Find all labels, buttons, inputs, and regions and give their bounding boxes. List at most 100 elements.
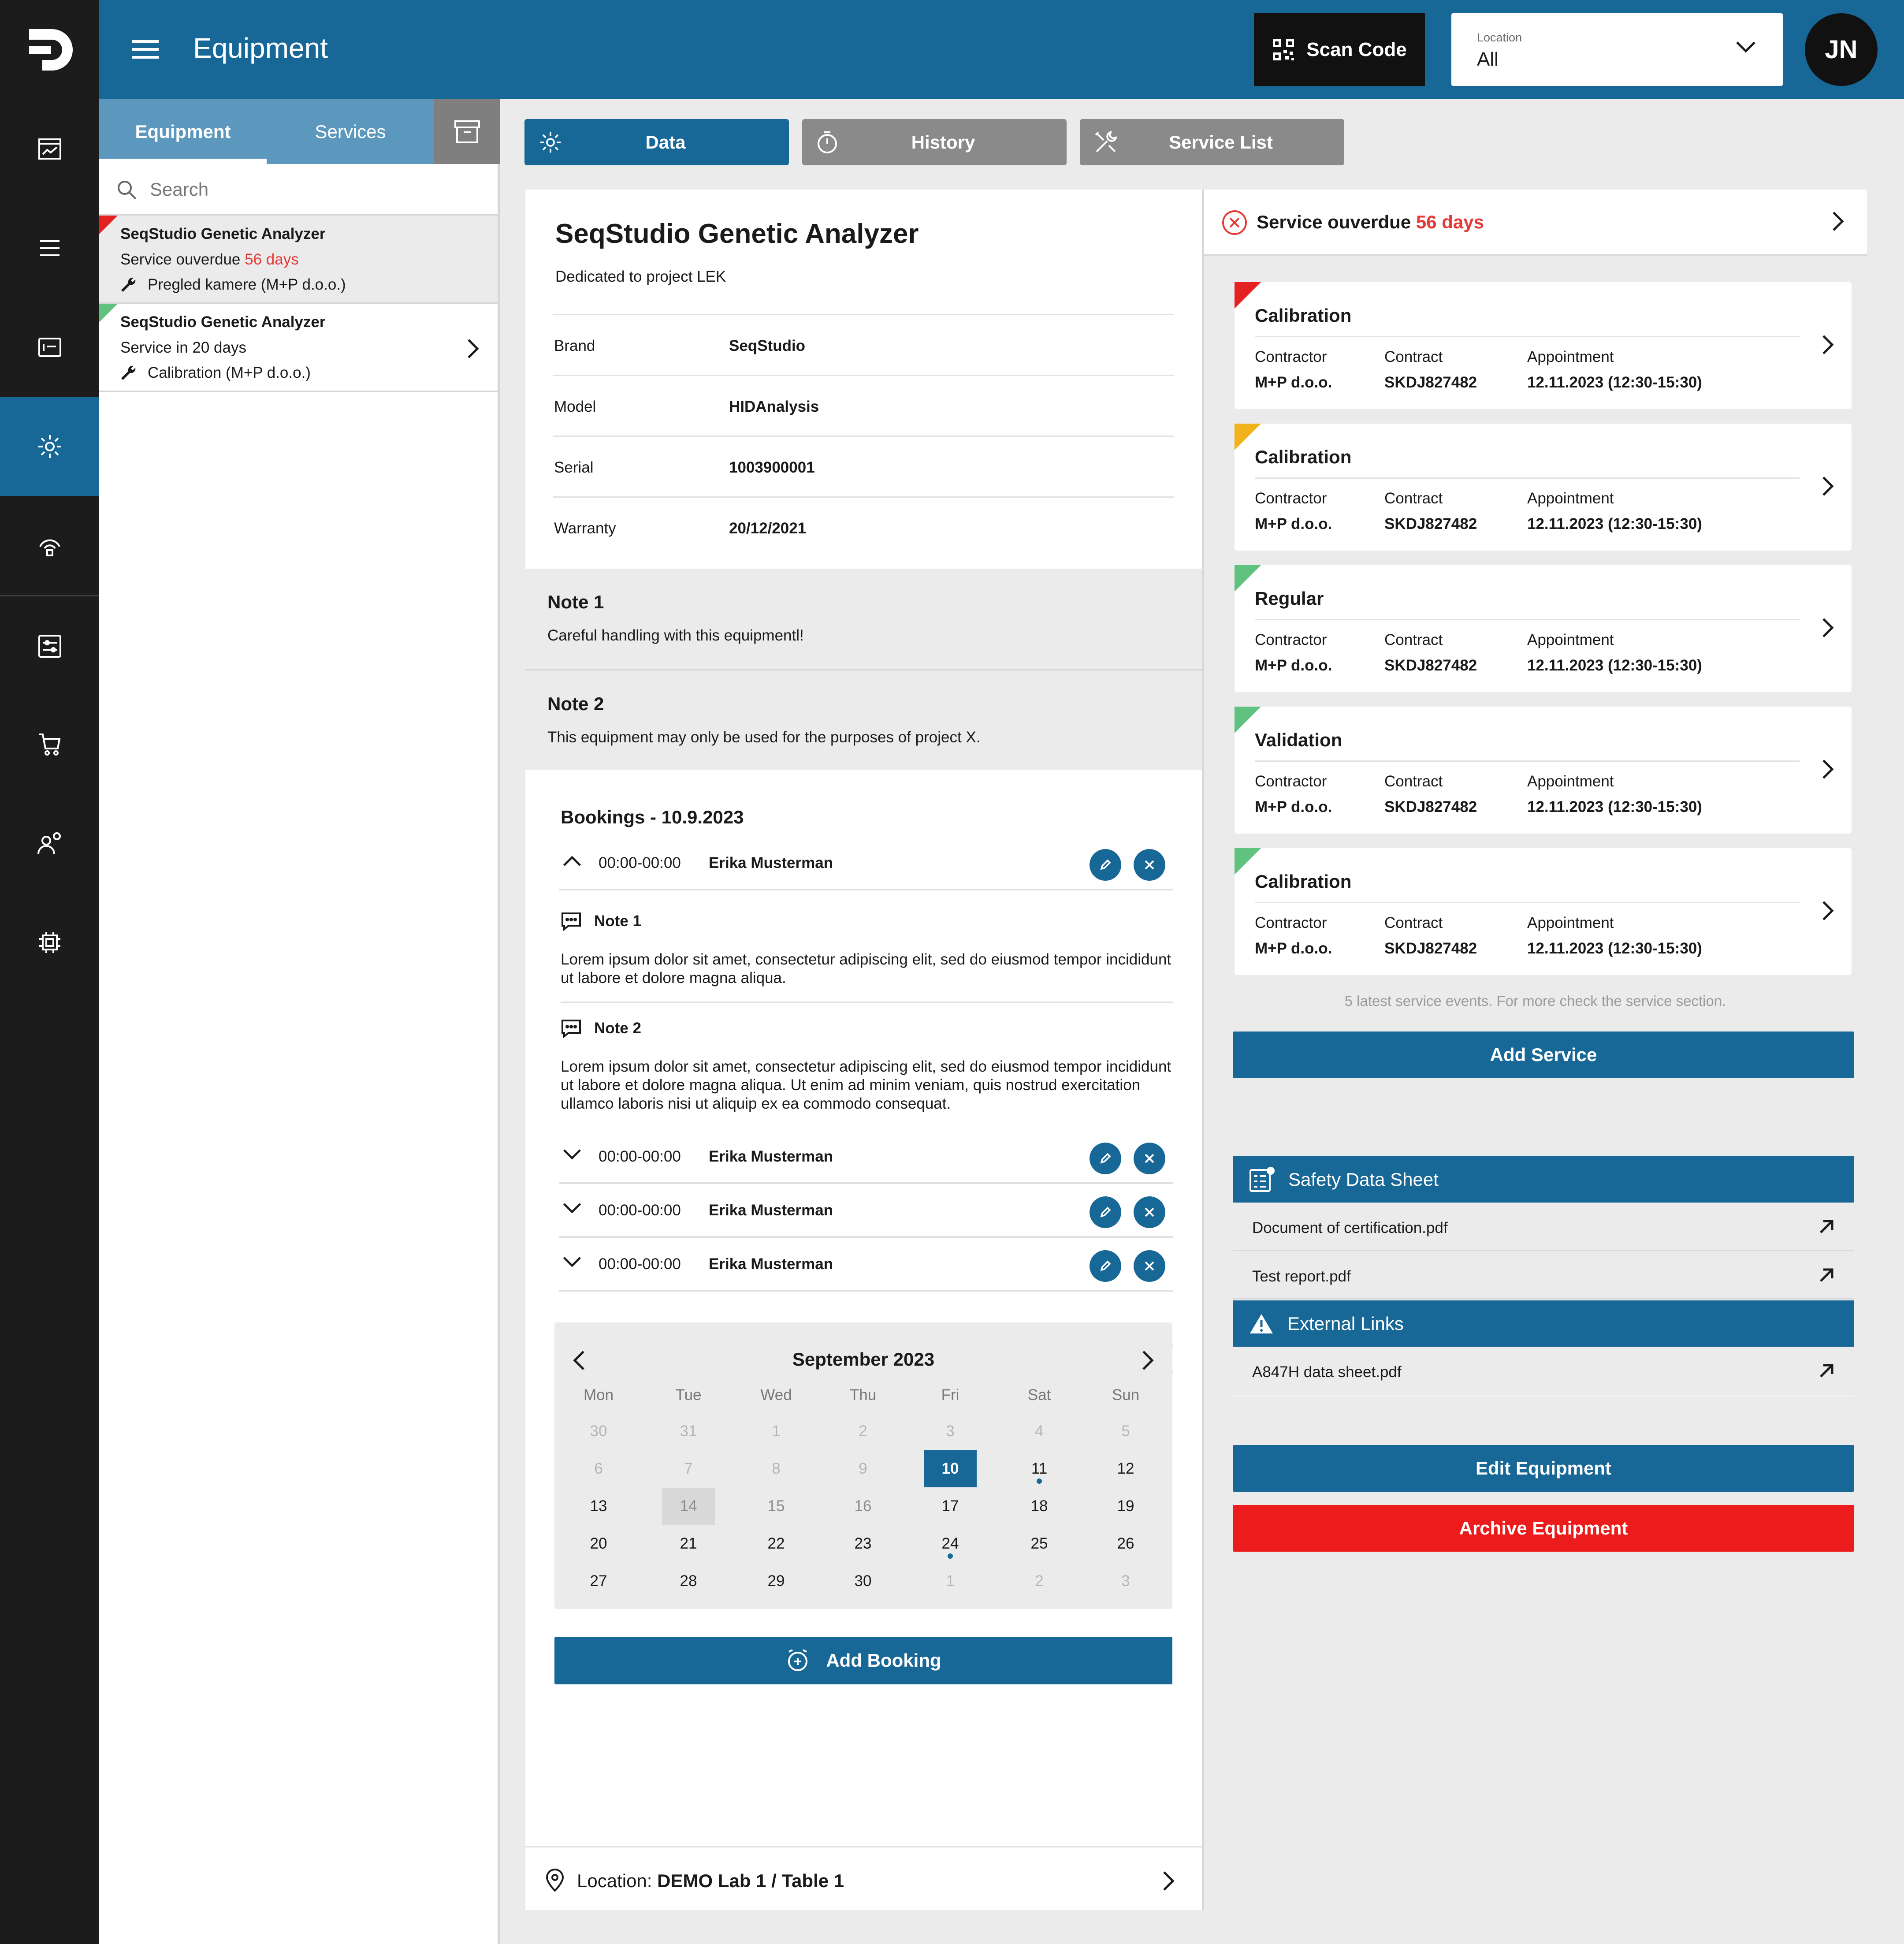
service-card[interactable]: Calibration Contractor M+P d.o.o. Contract S… bbox=[1235, 424, 1852, 551]
booking-time: 00:00-00:00 bbox=[599, 854, 681, 871]
document-row[interactable]: Test report.pdf bbox=[1233, 1251, 1854, 1300]
booking-row[interactable]: 00:00-00:00 Erika Musterman bbox=[559, 838, 1173, 890]
tab-equipment[interactable]: Equipment bbox=[99, 99, 267, 164]
calendar-day[interactable]: 27 bbox=[572, 1563, 625, 1600]
document-row[interactable]: Document of certification.pdf bbox=[1233, 1203, 1854, 1251]
tab-service-list[interactable]: Service List bbox=[1080, 119, 1344, 165]
nav-dashboard[interactable] bbox=[0, 99, 99, 198]
scan-code-button[interactable]: Scan Code bbox=[1254, 13, 1425, 86]
add-booking-button[interactable]: Add Booking bbox=[554, 1637, 1172, 1684]
service-card[interactable]: Calibration Contractor M+P d.o.o. Contract S… bbox=[1235, 848, 1852, 975]
calendar-day[interactable]: 7 bbox=[662, 1450, 715, 1487]
calendar-day[interactable]: 18 bbox=[1013, 1488, 1066, 1525]
calendar-day[interactable]: 24 bbox=[924, 1525, 977, 1562]
list-item[interactable]: SeqStudio Genetic Analyzer Service in 20… bbox=[99, 304, 498, 392]
edit-booking-button[interactable] bbox=[1090, 1250, 1121, 1282]
location-select[interactable]: Location All bbox=[1451, 13, 1783, 86]
service-overdue-bar[interactable]: Service ouverdue 56 days bbox=[1204, 190, 1867, 256]
search-input[interactable] bbox=[150, 174, 476, 205]
sliders-icon bbox=[38, 634, 61, 658]
external-link-icon[interactable] bbox=[1818, 1266, 1836, 1284]
calendar-day[interactable]: 1 bbox=[924, 1563, 977, 1600]
calendar-day[interactable]: 10 bbox=[924, 1450, 977, 1487]
calendar-day[interactable]: 22 bbox=[750, 1525, 803, 1562]
delete-booking-button[interactable] bbox=[1134, 1196, 1165, 1228]
service-card-title: Calibration bbox=[1255, 447, 1352, 467]
booking-row[interactable]: 00:00-00:00 Erika Musterman bbox=[559, 1239, 1173, 1292]
hamburger-menu-icon[interactable] bbox=[132, 40, 159, 60]
nav-alerts[interactable] bbox=[0, 496, 99, 595]
booking-row[interactable]: 00:00-00:00 Erika Musterman bbox=[559, 1131, 1173, 1184]
tab-history[interactable]: History bbox=[802, 119, 1067, 165]
calendar-day[interactable]: 14 bbox=[662, 1488, 715, 1525]
nav-inventory[interactable] bbox=[0, 298, 99, 397]
calendar-day[interactable]: 6 bbox=[572, 1450, 625, 1487]
user-avatar[interactable]: JN bbox=[1805, 13, 1878, 86]
list-tabs: Equipment Services bbox=[99, 99, 500, 164]
calendar-day[interactable]: 9 bbox=[837, 1450, 889, 1487]
booking-time: 00:00-00:00 bbox=[599, 1255, 681, 1273]
list-item[interactable]: SeqStudio Genetic Analyzer Service ouver… bbox=[99, 216, 498, 304]
calendar-day[interactable]: 28 bbox=[662, 1563, 715, 1600]
edit-booking-button[interactable] bbox=[1090, 849, 1121, 881]
chevron-down-icon[interactable] bbox=[562, 1148, 582, 1161]
edit-equipment-button[interactable]: Edit Equipment bbox=[1233, 1445, 1854, 1492]
nav-settings[interactable] bbox=[0, 596, 99, 696]
calendar-day[interactable]: 19 bbox=[1099, 1488, 1152, 1525]
calendar-day[interactable]: 13 bbox=[572, 1488, 625, 1525]
add-service-button[interactable]: Add Service bbox=[1233, 1032, 1854, 1078]
calendar-day[interactable]: 20 bbox=[572, 1525, 625, 1562]
chevron-down-icon[interactable] bbox=[562, 1255, 582, 1269]
calendar-day[interactable]: 25 bbox=[1013, 1525, 1066, 1562]
calendar-day[interactable]: 16 bbox=[837, 1488, 889, 1525]
calendar-day[interactable]: 3 bbox=[924, 1413, 977, 1450]
tab-data[interactable]: Data bbox=[524, 119, 789, 165]
chevron-up-icon[interactable] bbox=[562, 854, 582, 868]
calendar-day[interactable]: 15 bbox=[750, 1488, 803, 1525]
nav-shop[interactable] bbox=[0, 694, 99, 793]
calendar-day[interactable]: 2 bbox=[837, 1413, 889, 1450]
status-flag bbox=[99, 304, 118, 322]
service-card[interactable]: Regular Contractor M+P d.o.o. Contract SKDJ8… bbox=[1235, 565, 1852, 692]
delete-booking-button[interactable] bbox=[1134, 849, 1165, 881]
calendar-day[interactable]: 8 bbox=[750, 1450, 803, 1487]
archive-equipment-button[interactable]: Archive Equipment bbox=[1233, 1505, 1854, 1552]
calendar-day[interactable]: 1 bbox=[750, 1413, 803, 1450]
calendar-day[interactable]: 21 bbox=[662, 1525, 715, 1562]
calendar-day[interactable]: 31 bbox=[662, 1413, 715, 1450]
archive-tab[interactable] bbox=[434, 99, 500, 164]
divider bbox=[1255, 336, 1800, 337]
calendar-day[interactable]: 26 bbox=[1099, 1525, 1152, 1562]
external-link-icon[interactable] bbox=[1818, 1218, 1836, 1235]
calendar-day[interactable]: 30 bbox=[837, 1563, 889, 1600]
edit-booking-button[interactable] bbox=[1090, 1196, 1121, 1228]
calendar-day[interactable]: 4 bbox=[1013, 1413, 1066, 1450]
nav-users[interactable] bbox=[0, 793, 99, 893]
tab-services[interactable]: Services bbox=[267, 99, 434, 164]
edit-booking-button[interactable] bbox=[1090, 1143, 1121, 1174]
external-link-icon[interactable] bbox=[1818, 1362, 1836, 1379]
chevron-right-icon[interactable] bbox=[1142, 1350, 1155, 1371]
nav-equipment[interactable] bbox=[0, 397, 99, 496]
service-card[interactable]: Validation Contractor M+P d.o.o. Contract SK… bbox=[1235, 707, 1852, 834]
nav-devices[interactable] bbox=[0, 893, 99, 992]
delete-booking-button[interactable] bbox=[1134, 1250, 1165, 1282]
location-row[interactable]: Location: DEMO Lab 1 / Table 1 bbox=[525, 1846, 1202, 1910]
calendar-day[interactable]: 2 bbox=[1013, 1563, 1066, 1600]
calendar-day[interactable]: 11 bbox=[1013, 1450, 1066, 1487]
calendar-day[interactable]: 5 bbox=[1099, 1413, 1152, 1450]
nav-list[interactable] bbox=[0, 198, 99, 298]
calendar-day[interactable]: 23 bbox=[837, 1525, 889, 1562]
chevron-down-icon[interactable] bbox=[562, 1202, 582, 1215]
app-logo[interactable] bbox=[0, 0, 99, 99]
booking-row[interactable]: 00:00-00:00 Erika Musterman bbox=[559, 1185, 1173, 1238]
calendar-day[interactable]: 30 bbox=[572, 1413, 625, 1450]
calendar-day[interactable]: 3 bbox=[1099, 1563, 1152, 1600]
service-card[interactable]: Calibration Contractor M+P d.o.o. Contract S… bbox=[1235, 282, 1852, 409]
calendar-day[interactable]: 17 bbox=[924, 1488, 977, 1525]
delete-booking-button[interactable] bbox=[1134, 1143, 1165, 1174]
document-row[interactable]: A847H data sheet.pdf bbox=[1233, 1347, 1854, 1395]
calendar-day[interactable]: 29 bbox=[750, 1563, 803, 1600]
spec-row-brand: Brand SeqStudio bbox=[553, 314, 1174, 375]
calendar-day[interactable]: 12 bbox=[1099, 1450, 1152, 1487]
